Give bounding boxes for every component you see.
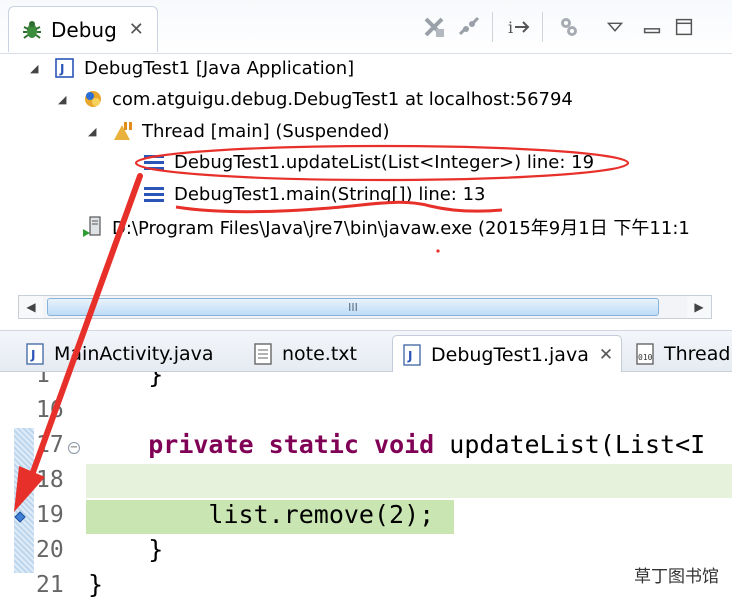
stack-frame-icon bbox=[144, 183, 166, 205]
code-text: list.remove(2); bbox=[88, 500, 435, 529]
debug-view-tabbar: Debug ✕ i bbox=[0, 0, 732, 54]
tree-item-process[interactable]: D:\Program Files\Java\jre7\bin\javaw.exe… bbox=[82, 213, 690, 241]
tab-label: DebugTest1.java bbox=[431, 343, 589, 366]
text-file-icon bbox=[254, 343, 272, 365]
toolbar-separator bbox=[492, 12, 493, 42]
keyword: static bbox=[268, 430, 359, 459]
scroll-right-icon[interactable]: ▶ bbox=[687, 296, 711, 318]
maximize-button[interactable] bbox=[672, 12, 696, 42]
code-text: } bbox=[88, 372, 164, 389]
code-line: 16 bbox=[0, 395, 732, 430]
tab-debug-label: Debug bbox=[51, 17, 117, 42]
tree-item-thread[interactable]: ◢ Thread [main] (Suspended) bbox=[88, 117, 390, 145]
tab-label: note.txt bbox=[282, 343, 357, 365]
watermark-text: 草丁图书馆 bbox=[634, 567, 719, 587]
code-text: } bbox=[88, 570, 104, 599]
step-filter-icon: i bbox=[508, 18, 530, 37]
watermark: 草丁图书馆 bbox=[634, 562, 719, 587]
instruction-pointer-icon bbox=[14, 511, 26, 523]
scrollbar-grip: III bbox=[348, 300, 358, 314]
toolbar-separator bbox=[542, 12, 543, 42]
remove-terminated-button[interactable] bbox=[420, 12, 448, 42]
tree-item-target[interactable]: ◢ com.atguigu.debug.DebugTest1 at localh… bbox=[58, 85, 573, 113]
java-file-icon: J bbox=[403, 343, 421, 366]
remove-all-terminated-icon bbox=[424, 17, 444, 37]
bug-icon bbox=[23, 20, 41, 39]
line-number: 21 bbox=[36, 572, 64, 598]
maximize-icon bbox=[675, 18, 693, 36]
tree-item-frame-main[interactable]: DebugTest1.main(String[]) line: 13 bbox=[144, 180, 486, 208]
java-launch-icon: J bbox=[55, 58, 74, 78]
line-number: 16 bbox=[36, 397, 64, 423]
svg-text:J: J bbox=[407, 349, 412, 363]
code-text: } bbox=[88, 535, 164, 564]
tree-item-frame-updatelist[interactable]: DebugTest1.updateList(List<Integer>) lin… bbox=[144, 148, 594, 176]
line-number: 1 bbox=[36, 372, 50, 388]
java-file-icon: J bbox=[26, 343, 44, 365]
editor-tabbar: J MainActivity.java note.txt J DebugTest… bbox=[0, 330, 732, 373]
svg-text:i: i bbox=[508, 18, 513, 37]
horizontal-scrollbar[interactable]: ◀ III ▶ bbox=[18, 295, 712, 319]
code-line-current: 19 list.remove(2); bbox=[0, 500, 732, 535]
tab-label: MainActivity.java bbox=[54, 343, 214, 365]
svg-text:J: J bbox=[59, 62, 64, 76]
chevron-down-icon bbox=[606, 22, 624, 32]
svg-text:J: J bbox=[30, 348, 35, 362]
scroll-left-icon[interactable]: ◀ bbox=[19, 296, 43, 318]
suspended-thread-icon bbox=[114, 122, 132, 140]
line-number: 20 bbox=[36, 537, 64, 563]
svg-text:010: 010 bbox=[638, 353, 653, 362]
expand-icon[interactable]: ◢ bbox=[58, 93, 72, 106]
code-line: 17 − private static void updateList(List… bbox=[0, 430, 732, 465]
tab-label: Thread. bbox=[664, 343, 732, 365]
minimize-icon bbox=[643, 28, 661, 34]
disconnect-icon bbox=[458, 16, 480, 36]
line-number: 18 bbox=[36, 467, 64, 493]
minimize-button[interactable] bbox=[640, 12, 664, 42]
expand-icon[interactable]: ◢ bbox=[30, 62, 44, 75]
keyword: private bbox=[148, 430, 254, 459]
fold-icon[interactable]: − bbox=[68, 442, 80, 454]
debug-target-icon bbox=[85, 91, 101, 107]
debug-view: Debug ✕ i ◢ J DebugTest1 [Java Applicati… bbox=[0, 0, 732, 330]
tree-item-app[interactable]: ◢ J DebugTest1 [Java Application] bbox=[30, 54, 354, 82]
expand-icon[interactable]: ◢ bbox=[88, 125, 102, 138]
code-line: 18 bbox=[0, 465, 732, 500]
scrollbar-thumb[interactable]: III bbox=[47, 298, 659, 316]
close-icon[interactable]: ✕ bbox=[129, 19, 144, 40]
line-number: 19 bbox=[36, 502, 64, 528]
code-editor[interactable]: 1 } 16 17 − private static void updateLi… bbox=[0, 372, 732, 609]
debug-tree: ◢ J DebugTest1 [Java Application] ◢ com.… bbox=[0, 54, 732, 294]
tree-item-label: D:\Program Files\Java\jre7\bin\javaw.exe… bbox=[112, 218, 690, 239]
stack-frame-icon bbox=[144, 151, 166, 173]
step-button[interactable]: i bbox=[504, 12, 534, 42]
tree-item-label: DebugTest1.main(String[]) line: 13 bbox=[174, 183, 486, 205]
tree-item-label: Thread [main] (Suspended) bbox=[142, 120, 390, 142]
tab-debugtest1-java[interactable]: J DebugTest1.java ✕ bbox=[392, 335, 622, 373]
close-icon[interactable]: ✕ bbox=[599, 345, 613, 365]
tree-item-label: DebugTest1.updateList(List<Integer>) lin… bbox=[174, 151, 595, 173]
tree-item-label: com.atguigu.debug.DebugTest1 at localhos… bbox=[112, 88, 573, 110]
process-icon bbox=[83, 216, 101, 237]
use-step-filters-button[interactable] bbox=[555, 12, 583, 42]
code-line: 1 } bbox=[0, 372, 732, 395]
gears-icon bbox=[561, 18, 577, 36]
code-line: 20 } bbox=[0, 535, 732, 570]
code-line: 21 } bbox=[0, 570, 732, 605]
disconnect-button[interactable] bbox=[455, 12, 483, 42]
tab-thread-class[interactable]: 010 Thread. bbox=[626, 335, 732, 373]
view-menu-button[interactable] bbox=[603, 12, 627, 42]
tab-mainactivity-java[interactable]: J MainActivity.java bbox=[16, 335, 216, 373]
code-text: private static void updateList(List<I bbox=[88, 430, 705, 459]
tree-item-label: DebugTest1 [Java Application] bbox=[84, 57, 355, 79]
class-file-icon: 010 bbox=[636, 343, 654, 365]
keyword: void bbox=[374, 430, 435, 459]
method-signature: updateList(List<I bbox=[449, 430, 706, 459]
tab-note-txt[interactable]: note.txt bbox=[244, 335, 384, 373]
tab-debug[interactable]: Debug ✕ bbox=[8, 6, 158, 52]
